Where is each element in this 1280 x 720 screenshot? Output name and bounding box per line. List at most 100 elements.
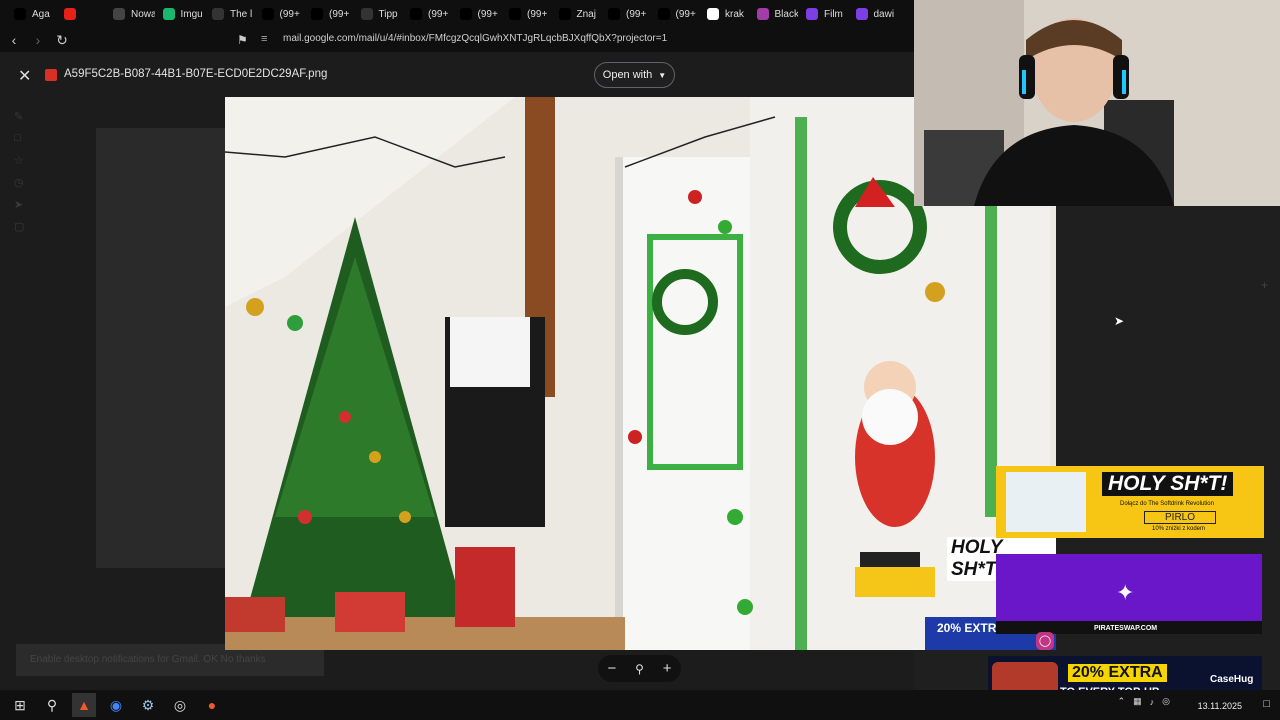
- tab-label: (99+: [329, 8, 350, 20]
- diamond-icon: [212, 8, 224, 20]
- app-icon[interactable]: ●: [200, 693, 224, 717]
- mic-icon[interactable]: ◎: [1162, 696, 1170, 707]
- tab-label: Imgu: [180, 8, 203, 20]
- caret-down-icon: ▼: [658, 70, 667, 80]
- search-icon[interactable]: ⚲: [40, 693, 64, 717]
- close-icon[interactable]: ✕: [18, 66, 31, 86]
- add-icon[interactable]: +: [1261, 278, 1268, 292]
- clock-date: 13.11.2025: [1197, 701, 1242, 711]
- image-file-icon: [45, 69, 57, 81]
- windows-taskbar: ⊞ ⚲ ▲ ◉ ⚙ ◎ ● ⌃ ▦ ♪ ◎ 13.11.2025 □: [0, 690, 1280, 720]
- pirateswap-url: PIRATESWAP.COM: [1094, 625, 1158, 632]
- tab-label: dawi: [873, 8, 895, 20]
- tab-16[interactable]: Film: [798, 0, 848, 28]
- tab-label: krak: [725, 8, 744, 20]
- notification-icon[interactable]: □: [1263, 698, 1270, 710]
- tab-11[interactable]: Znaj: [551, 0, 601, 28]
- tab-label: (99+: [675, 8, 696, 20]
- zoom-controls: − ⚲ +: [598, 655, 681, 682]
- tab-label: Film: [824, 8, 843, 20]
- tab-13[interactable]: (99+: [650, 0, 700, 28]
- open-with-button[interactable]: Open with ▼: [594, 62, 675, 88]
- tab-8[interactable]: (99+: [402, 0, 452, 28]
- file-icon[interactable]: ▢: [14, 220, 34, 242]
- site-info-icon[interactable]: ≡: [261, 33, 267, 45]
- send-icon[interactable]: ➤: [14, 198, 34, 220]
- tab-label: Znaj: [576, 8, 596, 20]
- tab-label: Nowa ka: [131, 8, 155, 20]
- webcam-overlay: [914, 0, 1280, 206]
- streamer-webcam: [914, 0, 1280, 206]
- tab-5[interactable]: (99+: [254, 0, 304, 28]
- network-icon[interactable]: ▦: [1133, 696, 1142, 707]
- holy-ad-code-sub: 10% zniżki z kodem: [1152, 526, 1206, 532]
- tab-7[interactable]: Tipp: [353, 0, 403, 28]
- tiktok-icon: [657, 8, 670, 20]
- tab-9[interactable]: (99+: [452, 0, 502, 28]
- zoom-in-icon[interactable]: +: [663, 660, 672, 677]
- volume-icon[interactable]: ♪: [1150, 697, 1155, 707]
- tiktok-icon: [261, 8, 274, 20]
- steam-icon[interactable]: ⚙: [136, 693, 160, 717]
- url-text[interactable]: mail.google.com/mail/u/4/#inbox/FMfcgzQc…: [283, 33, 667, 44]
- holy-ad-subtitle: Dołącz do The Softdrink Revolution: [1120, 501, 1214, 507]
- tab-label: Aga: [32, 8, 50, 20]
- star-icon[interactable]: ☆: [14, 154, 34, 176]
- tab-label: (99+: [428, 8, 449, 20]
- brave-icon[interactable]: ▲: [72, 693, 96, 717]
- instagram-icon: ◯: [1036, 632, 1054, 650]
- back-icon[interactable]: ‹: [4, 32, 24, 48]
- clock[interactable]: 13.11.2025: [1198, 697, 1242, 715]
- tab-1[interactable]: [56, 0, 106, 28]
- twitch-icon: [855, 8, 868, 20]
- tab-label: (99+: [279, 8, 300, 20]
- inbox-icon[interactable]: □: [14, 132, 34, 154]
- open-with-label: Open with: [602, 69, 653, 81]
- gmail-sidebar: ✎ □ ☆ ◷ ➤ ▢: [14, 110, 34, 242]
- bookmark-icon[interactable]: ⚑: [237, 33, 248, 47]
- system-tray: ⌃ ▦ ♪ ◎: [1118, 696, 1170, 707]
- magnifier-icon[interactable]: ⚲: [635, 662, 644, 676]
- chevron-up-icon[interactable]: ⌃: [1118, 696, 1126, 707]
- tab-2[interactable]: Nowa ka: [105, 0, 155, 28]
- zoom-out-icon[interactable]: −: [607, 660, 616, 677]
- tipp-icon: [360, 8, 373, 20]
- casehug-brand: CaseHug: [1210, 674, 1254, 685]
- tab-label: Tipp: [378, 8, 398, 20]
- browser-tab-strip: Aga Nowa ka Imgu The l (99+ (99+ Tipp (99+ (99+ (…: [0, 0, 914, 28]
- holy-ad-code: PIRLO: [1144, 511, 1217, 524]
- reload-icon[interactable]: ↻: [52, 32, 72, 49]
- windows-start-icon[interactable]: ⊞: [8, 693, 32, 717]
- tab-14[interactable]: krak: [699, 0, 749, 28]
- tiktok-icon: [509, 8, 521, 20]
- tab-17[interactable]: dawi: [848, 0, 898, 28]
- tiktok-icon: [14, 8, 26, 20]
- casehug-extra: 20% EXTRA: [1068, 664, 1167, 682]
- twitch-icon: [806, 8, 818, 20]
- chrome-icon[interactable]: ◉: [104, 693, 128, 717]
- tab-label: (99+: [477, 8, 498, 20]
- imgur-icon: [162, 8, 175, 20]
- obs-icon[interactable]: ◎: [168, 693, 192, 717]
- tab-3[interactable]: Imgu: [155, 0, 205, 28]
- holy-ad-banner: HOLY SH*T! Dołącz do The Softdrink Revol…: [996, 466, 1264, 538]
- pirateswap-logo: ✦: [1116, 580, 1135, 605]
- tiktok-icon: [608, 8, 620, 20]
- tab-6[interactable]: (99+: [303, 0, 353, 28]
- purple-icon: [756, 8, 769, 20]
- tab-4[interactable]: The l: [204, 0, 254, 28]
- clock-icon[interactable]: ◷: [14, 176, 34, 198]
- photo-ad-extra: 20% EXTRA: [937, 621, 1006, 635]
- address-bar: ‹ › ↻ ⚑ ≡ mail.google.com/mail/u/4/#inbo…: [0, 28, 914, 52]
- tab-12[interactable]: (99+: [600, 0, 650, 28]
- tiktok-icon: [459, 8, 472, 20]
- compose-icon[interactable]: ✎: [14, 110, 34, 132]
- forward-icon[interactable]: ›: [28, 32, 48, 48]
- google-icon: [707, 8, 719, 20]
- tab-10[interactable]: (99+: [501, 0, 551, 28]
- holy-ad-title: HOLY SH*T!: [1102, 472, 1234, 496]
- tab-15[interactable]: Black: [749, 0, 798, 28]
- tiktok-icon: [311, 8, 323, 20]
- tab-0[interactable]: Aga: [6, 0, 56, 28]
- email-image-preview: [96, 128, 226, 568]
